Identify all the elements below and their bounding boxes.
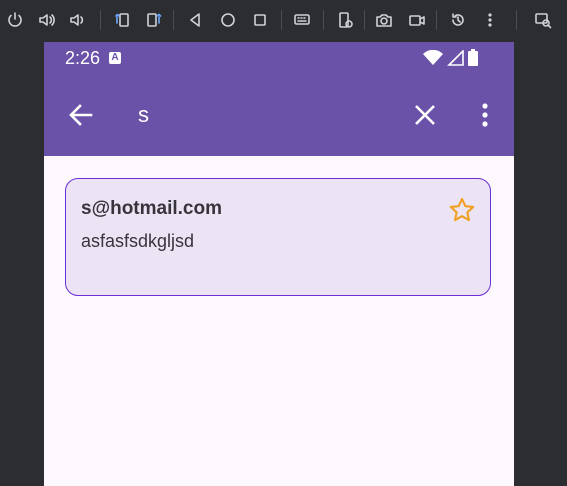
- reset-icon[interactable]: [447, 9, 469, 31]
- video-icon[interactable]: [406, 9, 428, 31]
- status-bar: 2:26 A: [44, 42, 514, 74]
- clear-search-icon[interactable]: [413, 103, 437, 127]
- camera-icon[interactable]: [373, 9, 395, 31]
- device-settings-icon[interactable]: [334, 9, 356, 31]
- volume-up-icon[interactable]: [36, 9, 58, 31]
- device-screen: 2:26 A s@hotmail.com asfasfsdkgljsd: [44, 42, 514, 486]
- more-icon[interactable]: [479, 9, 501, 31]
- volume-down-icon[interactable]: [66, 9, 88, 31]
- overview-icon[interactable]: [249, 9, 271, 31]
- result-text: asfasfsdkgljsd: [81, 231, 195, 251]
- search-input[interactable]: [138, 100, 388, 130]
- power-icon[interactable]: [4, 9, 26, 31]
- wifi-icon: [423, 49, 443, 65]
- home-icon[interactable]: [217, 9, 239, 31]
- result-email: s@hotmail.com: [81, 198, 222, 219]
- search-app-bar: [44, 74, 514, 156]
- star-icon[interactable]: [448, 196, 476, 224]
- back-icon[interactable]: [184, 9, 206, 31]
- result-card[interactable]: s@hotmail.com asfasfsdkgljsd: [65, 178, 491, 296]
- notification-icon: A: [109, 52, 121, 64]
- rotate-left-icon[interactable]: [111, 9, 133, 31]
- emulator-toolbar: [0, 0, 567, 40]
- rotate-right-icon[interactable]: [143, 9, 165, 31]
- keyboard-icon[interactable]: [291, 9, 313, 31]
- status-icons: [423, 49, 478, 66]
- more-options-icon[interactable]: [476, 102, 494, 128]
- cellular-icon: [447, 49, 464, 66]
- zoom-icon[interactable]: [532, 9, 554, 31]
- back-arrow-icon[interactable]: [67, 101, 95, 129]
- battery-icon: [468, 49, 478, 66]
- status-time: 2:26: [65, 48, 101, 68]
